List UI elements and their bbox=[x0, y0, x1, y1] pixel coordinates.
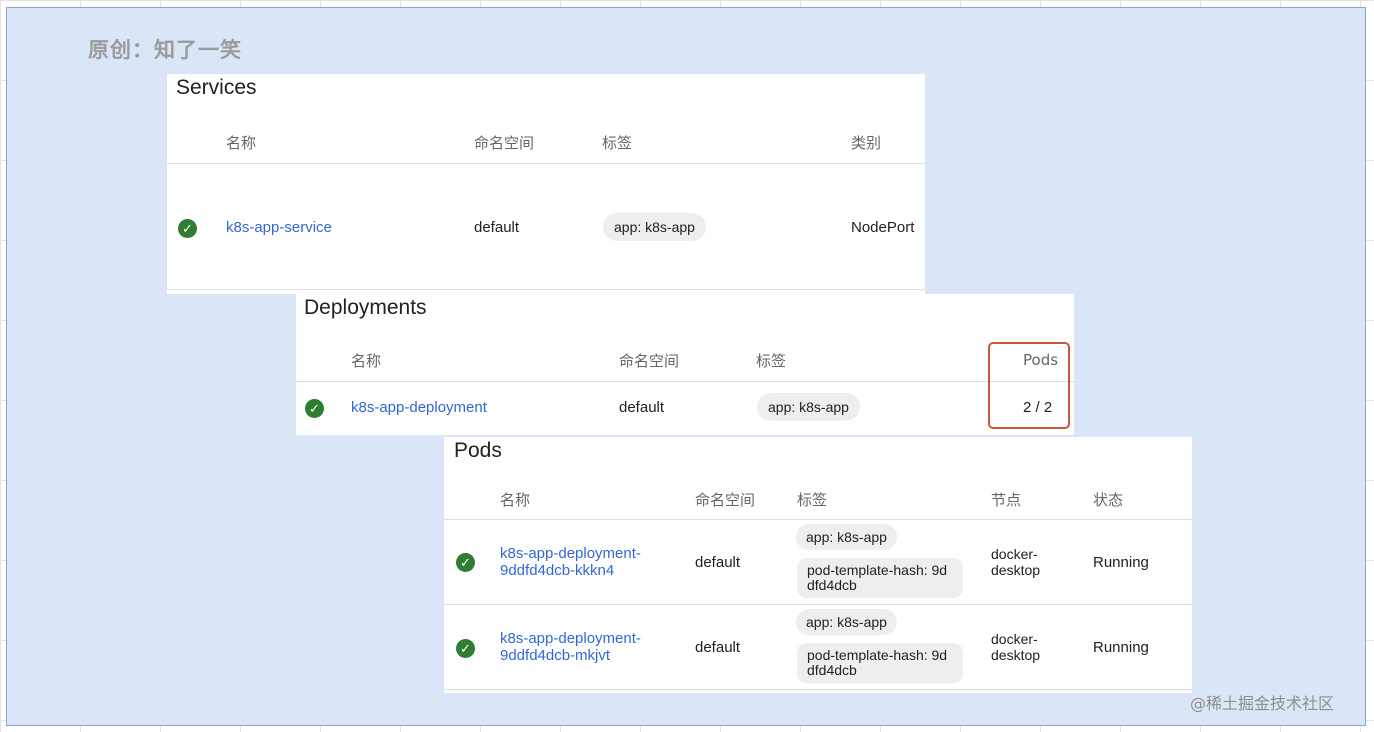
pod-node-line1: docker- bbox=[991, 631, 1038, 647]
pod-label-chip-app[interactable]: app: k8s-app bbox=[796, 524, 897, 550]
deployments-header-labels[interactable]: 标签 bbox=[756, 350, 786, 371]
author-caption: 原创：知了一笑 bbox=[88, 38, 242, 62]
pod-name-link[interactable]: k8s-app-deployment- 9ddfd4dcb-mkjvt bbox=[500, 630, 641, 664]
pod-node: docker- desktop bbox=[991, 631, 1040, 663]
deployments-title: Deployments bbox=[304, 296, 427, 319]
pods-header-divider bbox=[444, 519, 1192, 520]
services-header-type[interactable]: 类别 bbox=[851, 132, 881, 153]
service-namespace: default bbox=[474, 219, 520, 236]
deployment-namespace: default bbox=[619, 399, 665, 416]
check-circle-icon: ✓ bbox=[178, 219, 197, 238]
pods-column-highlight bbox=[988, 342, 1070, 429]
pod-namespace: default bbox=[695, 639, 741, 656]
service-label-chip[interactable]: app: k8s-app bbox=[603, 213, 706, 241]
pod-node-line2: desktop bbox=[991, 647, 1041, 663]
pods-header-node[interactable]: 节点 bbox=[991, 489, 1021, 510]
pod-node-line1: docker- bbox=[991, 546, 1038, 562]
deployments-header-name[interactable]: 名称 bbox=[351, 350, 381, 371]
service-type: NodePort bbox=[851, 219, 915, 236]
pod-label-chip-hash[interactable]: pod-template-hash: 9ddfd4dcb bbox=[797, 643, 963, 683]
pods-header-namespace[interactable]: 命名空间 bbox=[695, 489, 755, 510]
pod-label-chip-app[interactable]: app: k8s-app bbox=[796, 609, 897, 635]
site-watermark: @稀土掘金技术社区 bbox=[1190, 694, 1335, 713]
pods-header-name[interactable]: 名称 bbox=[500, 489, 530, 510]
services-header-name[interactable]: 名称 bbox=[226, 132, 256, 153]
pods-row-divider bbox=[444, 604, 1192, 605]
pod-name-line1: k8s-app-deployment- bbox=[500, 630, 641, 647]
services-header-divider bbox=[167, 163, 925, 164]
deployment-name-link[interactable]: k8s-app-deployment bbox=[351, 399, 487, 416]
pod-label-chip-hash[interactable]: pod-template-hash: 9ddfd4dcb bbox=[797, 558, 963, 598]
services-header-labels[interactable]: 标签 bbox=[602, 132, 632, 153]
deployments-header-divider bbox=[296, 381, 1074, 382]
pods-header-status[interactable]: 状态 bbox=[1093, 489, 1123, 510]
pod-status: Running bbox=[1093, 639, 1149, 656]
pod-name-line2: 9ddfd4dcb-kkkn4 bbox=[500, 562, 615, 579]
pod-name-link[interactable]: k8s-app-deployment- 9ddfd4dcb-kkkn4 bbox=[500, 545, 641, 579]
pod-name-line1: k8s-app-deployment- bbox=[500, 545, 641, 562]
pod-node: docker- desktop bbox=[991, 546, 1040, 578]
services-row-divider bbox=[167, 289, 925, 290]
check-circle-icon: ✓ bbox=[456, 553, 475, 572]
pods-header-labels[interactable]: 标签 bbox=[797, 489, 827, 510]
services-header-namespace[interactable]: 命名空间 bbox=[474, 132, 534, 153]
deployments-header-namespace[interactable]: 命名空间 bbox=[619, 350, 679, 371]
pod-name-line2: 9ddfd4dcb-mkjvt bbox=[500, 647, 611, 664]
pod-node-line2: desktop bbox=[991, 562, 1041, 578]
services-title: Services bbox=[176, 76, 257, 99]
deployments-card: Deployments 名称 命名空间 标签 Pods ✓ k8s-app-de… bbox=[296, 294, 1074, 435]
pod-namespace: default bbox=[695, 554, 741, 571]
check-circle-icon: ✓ bbox=[305, 399, 324, 418]
pod-status: Running bbox=[1093, 554, 1149, 571]
deployment-label-chip[interactable]: app: k8s-app bbox=[757, 393, 860, 421]
pods-card: Pods 名称 命名空间 标签 节点 状态 ✓ k8s-app-deployme… bbox=[444, 437, 1192, 693]
check-circle-icon: ✓ bbox=[456, 639, 475, 658]
service-name-link[interactable]: k8s-app-service bbox=[226, 219, 332, 236]
pods-bottom-divider bbox=[444, 689, 1192, 690]
pods-title: Pods bbox=[454, 439, 502, 462]
services-card: Services 名称 命名空间 标签 类别 ✓ k8s-app-service… bbox=[167, 74, 925, 294]
